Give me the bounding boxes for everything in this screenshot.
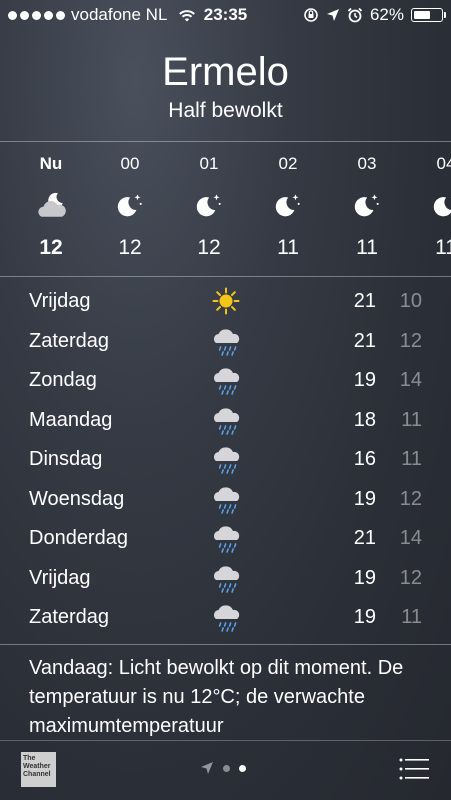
hourly-item: 02 11 <box>258 142 318 260</box>
daily-row: Zondag 19 14 <box>0 361 451 400</box>
hour-temperature: 12 <box>39 236 63 259</box>
hourly-item: 04 11 <box>416 142 451 260</box>
hourly-forecast[interactable]: Nu 12 00 12 01 12 02 11 03 11 04 11 <box>0 142 451 276</box>
moon-stars-icon <box>258 188 318 222</box>
divider <box>0 276 451 277</box>
page-dot <box>239 764 246 772</box>
rotation-lock-icon <box>304 8 318 22</box>
rain-cloud-icon <box>209 444 243 474</box>
bottom-toolbar: The Weather Channel <box>0 740 451 800</box>
hourly-item: 01 12 <box>179 142 239 260</box>
day-low-temp: 11 <box>401 606 422 628</box>
day-name: Zaterdag <box>29 329 110 352</box>
alarm-icon <box>347 7 363 23</box>
daily-row: Dinsdag 16 11 <box>0 440 451 479</box>
rain-cloud-icon <box>209 326 243 356</box>
day-high-temp: 19 <box>353 487 376 510</box>
day-name: Vrijdag <box>29 566 91 589</box>
day-high-temp: 21 <box>353 527 376 549</box>
battery-icon <box>411 8 446 22</box>
daily-row: Zaterdag 19 11 <box>0 598 451 637</box>
rain-cloud-icon <box>209 405 243 435</box>
day-high-temp: 21 <box>353 329 376 352</box>
city-list-icon[interactable] <box>399 758 429 780</box>
day-name: Dinsdag <box>29 448 103 470</box>
day-high-temp: 19 <box>353 606 376 628</box>
hourly-item: Nu 12 <box>21 142 81 260</box>
hour-temperature: 12 <box>118 236 142 259</box>
current-condition: Half bewolkt <box>168 99 283 122</box>
hour-label: 01 <box>199 154 219 173</box>
hour-label: Nu <box>39 154 63 173</box>
status-right: 62% <box>303 5 446 25</box>
rain-cloud-icon <box>209 484 243 514</box>
daily-row: Vrijdag 21 10 <box>0 282 451 321</box>
day-low-temp: 12 <box>399 487 422 510</box>
moon-stars-icon <box>337 188 397 222</box>
day-name: Donderdag <box>29 527 128 549</box>
daily-row: Zaterdag 21 12 <box>0 322 451 361</box>
weather-channel-logo[interactable]: The Weather Channel <box>21 752 56 787</box>
location-arrow-icon <box>326 9 339 21</box>
day-low-temp: 11 <box>401 448 422 470</box>
moon-stars-icon <box>179 188 239 222</box>
day-high-temp: 18 <box>353 408 376 431</box>
day-name: Vrijdag <box>29 290 91 312</box>
status-bar: vodafone NL 23:35 62% <box>0 0 451 30</box>
hour-label: 03 <box>357 154 377 173</box>
day-name: Woensdag <box>29 487 125 510</box>
city-name: Ermelo <box>162 50 289 94</box>
page-indicator[interactable] <box>200 761 246 775</box>
day-high-temp: 16 <box>353 448 376 470</box>
rain-cloud-icon <box>209 523 243 553</box>
daily-row: Donderdag 21 14 <box>0 519 451 558</box>
day-low-temp: 12 <box>399 566 422 589</box>
partly-cloudy-night-icon <box>21 188 81 222</box>
rain-cloud-icon <box>209 602 243 632</box>
hour-temperature: 12 <box>197 236 221 259</box>
day-low-temp: 14 <box>399 527 422 549</box>
hour-label: 04 <box>436 154 451 173</box>
sun-icon <box>209 286 243 316</box>
hour-label: 02 <box>278 154 298 173</box>
hour-temperature: 11 <box>435 236 451 259</box>
page-dot <box>223 764 230 772</box>
hour-label: 00 <box>120 154 140 173</box>
day-low-temp: 14 <box>399 369 422 391</box>
rain-cloud-icon <box>209 365 243 395</box>
day-name: Zaterdag <box>29 606 110 628</box>
day-low-temp: 11 <box>401 408 422 431</box>
hourly-item: 03 11 <box>337 142 397 260</box>
day-high-temp: 19 <box>353 369 376 391</box>
moon-stars-icon <box>416 188 451 222</box>
hourly-item: 00 12 <box>100 142 160 260</box>
battery-percentage: 62% <box>369 5 404 24</box>
daily-row: Vrijdag 19 12 <box>0 559 451 598</box>
day-name: Zondag <box>29 369 97 391</box>
daily-row: Maandag 18 11 <box>0 401 451 440</box>
moon-stars-icon <box>100 188 160 222</box>
hour-temperature: 11 <box>277 236 299 259</box>
day-name: Maandag <box>29 408 113 431</box>
day-high-temp: 19 <box>353 566 376 589</box>
rain-cloud-icon <box>209 563 243 593</box>
location-arrow-icon <box>201 762 213 774</box>
day-low-temp: 10 <box>399 290 422 312</box>
hour-temperature: 11 <box>356 236 378 259</box>
today-summary: Vandaag: Licht bewolkt op dit moment. De… <box>29 657 404 737</box>
day-low-temp: 12 <box>399 329 422 352</box>
day-high-temp: 21 <box>353 290 376 312</box>
divider <box>0 644 451 645</box>
daily-row: Woensdag 19 12 <box>0 480 451 519</box>
